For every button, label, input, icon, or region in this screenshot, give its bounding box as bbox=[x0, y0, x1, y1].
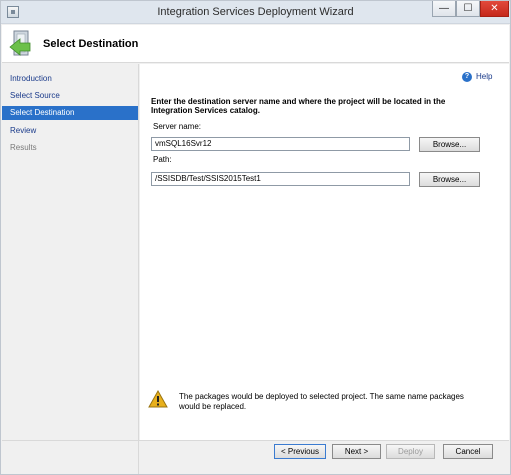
deploy-button: Deploy bbox=[386, 444, 435, 459]
instruction-text: Enter the destination server name and wh… bbox=[151, 97, 446, 115]
nav-item-select-destination[interactable]: Select Destination bbox=[2, 106, 138, 120]
maximize-button[interactable]: ☐ bbox=[456, 1, 480, 17]
nav-item-select-source[interactable]: Select Source bbox=[2, 89, 138, 103]
server-name-input[interactable]: vmSQL16Svr12 bbox=[151, 137, 410, 151]
server-browse-button[interactable]: Browse... bbox=[419, 137, 480, 152]
help-link[interactable]: ? Help bbox=[462, 72, 492, 82]
next-button[interactable]: Next > bbox=[332, 444, 381, 459]
minimize-button[interactable]: — bbox=[432, 1, 456, 17]
cancel-button[interactable]: Cancel bbox=[443, 444, 493, 459]
path-browse-button[interactable]: Browse... bbox=[419, 172, 480, 187]
help-icon: ? bbox=[462, 72, 472, 82]
previous-button[interactable]: < Previous bbox=[274, 444, 326, 459]
help-label: Help bbox=[476, 72, 493, 82]
warning-message: The packages would be deployed to select… bbox=[179, 392, 464, 411]
close-button[interactable]: ✕ bbox=[480, 1, 509, 17]
title-bar[interactable]: Integration Services Deployment Wizard —… bbox=[1, 1, 510, 24]
wizard-steps-nav: Introduction Select Source Select Destin… bbox=[2, 64, 139, 474]
warning-icon bbox=[148, 390, 168, 408]
path-label: Path: bbox=[153, 155, 172, 164]
footer-divider bbox=[2, 440, 509, 441]
nav-item-review[interactable]: Review bbox=[2, 124, 138, 138]
nav-item-introduction[interactable]: Introduction bbox=[2, 72, 138, 86]
server-name-label: Server name: bbox=[153, 122, 202, 131]
nav-item-results: Results bbox=[10, 143, 37, 152]
wizard-page-icon bbox=[9, 30, 31, 56]
wizard-window: Integration Services Deployment Wizard —… bbox=[0, 0, 511, 475]
content-panel: ? Help Enter the destination server name … bbox=[140, 64, 509, 440]
page-title: Select Destination bbox=[43, 38, 139, 50]
page-header: Select Destination bbox=[2, 25, 509, 63]
path-input[interactable]: /SSISDB/Test/SSIS2015Test1 bbox=[151, 172, 410, 186]
